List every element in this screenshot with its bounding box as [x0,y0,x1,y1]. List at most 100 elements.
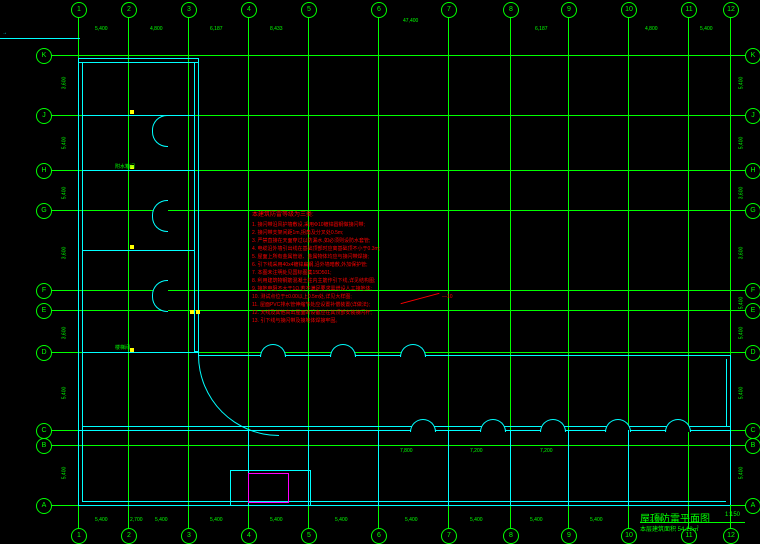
ground-symbol-icon [196,310,200,314]
dim-text: 5,400 [61,467,67,480]
grid-bubble: E [745,303,760,319]
grid-bubble: 9 [561,2,577,18]
dim-text: 5,400 [61,137,67,150]
grid-bubble: 8 [503,528,519,544]
wall-niche [540,419,566,432]
grid-bubble: 7 [441,2,457,18]
ground-symbol-icon [130,110,134,114]
door-arc [198,355,279,436]
wall-niche [330,344,356,357]
grid-bubble: 6 [371,528,387,544]
gridline-v [128,4,129,539]
ground-symbol-icon [190,310,194,314]
grid-bubble: 12 [723,528,739,544]
grid-bubble: 6 [371,2,387,18]
grid-bubble: 5 [301,528,317,544]
partition [308,430,309,505]
partition [568,430,569,505]
dim-text: 3,600 [61,327,67,340]
grid-bubble: D [36,345,52,361]
gridline-h [40,445,755,446]
gridline-h [40,310,755,311]
wall-niche [400,344,426,357]
dim-text: 5,400 [155,517,168,523]
dim-text: 5,400 [738,137,744,150]
grid-bubble: C [36,423,52,439]
grid-bubble: A [745,498,760,514]
grid-bubble: A [36,498,52,514]
grid-bubble: G [36,203,52,219]
room-label: 7,200 [470,448,483,454]
dim-text: 5,400 [738,467,744,480]
dim-text: 4,800 [645,26,658,32]
dim-text: 2,700 [130,517,143,523]
leader-line [401,293,440,304]
wall-niche [152,280,168,312]
dim-text: 5,400 [470,517,483,523]
dim-text: 5,400 [738,387,744,400]
wall [194,62,195,351]
grid-bubble: F [36,283,52,299]
dim-text: 5,400 [61,187,67,200]
inset-box [230,470,310,471]
dim-text: 6,187 [210,26,223,32]
grid-bubble: G [745,203,760,219]
inset-box [230,505,310,506]
wall [82,501,726,502]
dim-text: 5,400 [95,26,108,32]
grid-bubble: 2 [121,2,137,18]
room-label: 附水箱间 [115,163,135,170]
incoming-label: → [2,30,7,36]
partition [82,115,194,116]
partition [378,430,379,505]
grid-bubble: B [745,438,760,454]
grid-bubble: K [745,48,760,64]
gridline-v [688,4,689,539]
grid-bubble: E [36,303,52,319]
dim-text: 5,400 [210,517,223,523]
grid-bubble: 9 [561,528,577,544]
grid-bubble: 8 [503,2,519,18]
dim-text: 3,600 [61,77,67,90]
dim-text: 4,800 [150,26,163,32]
wall [730,430,731,505]
grid-bubble: 12 [723,2,739,18]
dim-text: 5,400 [270,517,283,523]
gridline-h [40,55,755,56]
dim-text: 5,400 [700,26,713,32]
grid-bubble: K [36,48,52,64]
incoming-line [0,38,80,39]
wall [78,58,198,59]
partition [628,430,629,505]
ground-symbol-icon [130,245,134,249]
wall [82,426,730,427]
drawing-subtitle: 本层建筑面积 54.12㎡ [640,524,699,533]
dim-text: 5,400 [738,77,744,90]
wall [78,62,198,63]
grid-bubble: 7 [441,528,457,544]
room-label: 7,800 [400,448,413,454]
wall [82,62,83,501]
dim-text: 5,400 [95,517,108,523]
dim-text: 47,400 [403,18,418,24]
inset-detail [248,473,288,474]
dim-text: 3,600 [738,247,744,260]
dim-text: 5,400 [738,297,744,310]
grid-bubble: 11 [681,2,697,18]
inset-box [230,470,231,505]
grid-bubble: H [36,163,52,179]
notes-line: 13. 引下线与接闪带及接地体焊接牢固。 [252,316,340,326]
dim-text: 5,400 [405,517,418,523]
grid-bubble: F [745,283,760,299]
wall [78,505,730,506]
wall-niche [152,115,168,147]
wall-niche [410,419,436,432]
grid-bubble: D [745,345,760,361]
title-underline [640,522,745,523]
grid-bubble: 1 [71,2,87,18]
inset-box [310,470,311,505]
grid-bubble: 1 [71,528,87,544]
dim-text: 5,400 [590,517,603,523]
inset-detail [288,473,289,503]
dim-text: 5,400 [530,517,543,523]
